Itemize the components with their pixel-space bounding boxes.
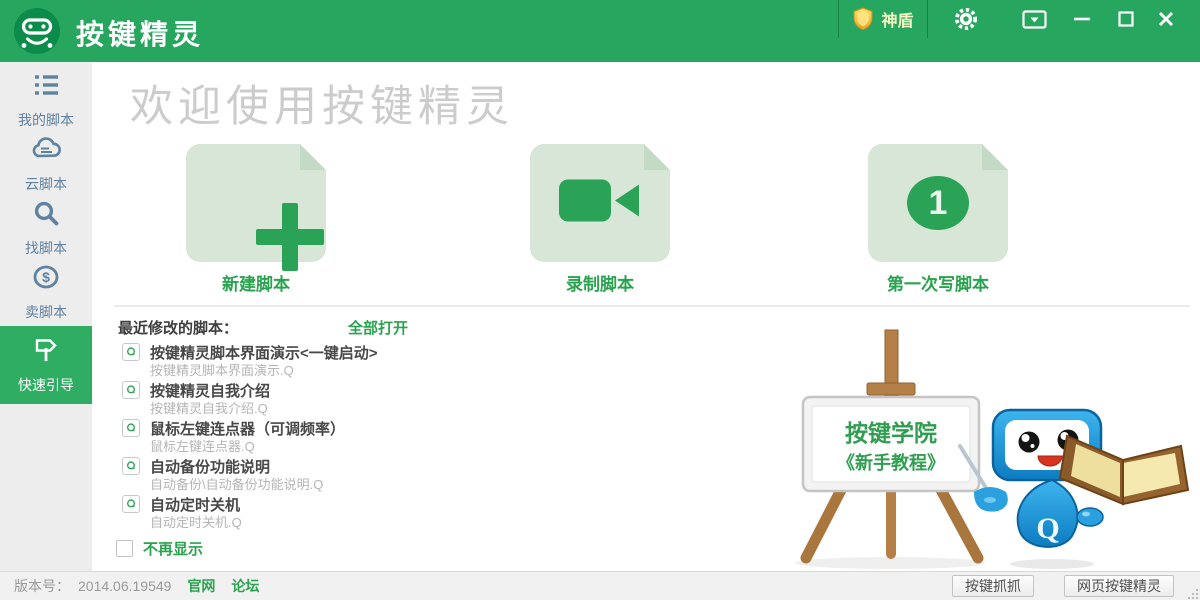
open-all-link[interactable]: 全部打开 [348, 317, 408, 338]
script-filename: 按键精灵脚本界面演示.Q [150, 360, 294, 379]
close-icon [1158, 11, 1174, 27]
web-key-wizard-button[interactable]: 网页按键精灵 [1064, 575, 1174, 597]
minimize-button[interactable] [1064, 4, 1100, 34]
tutorial-mascot-illustration[interactable]: 按键学院 《新手教程》 Q [790, 320, 1200, 570]
welcome-title: 欢迎使用按键精灵 [130, 72, 514, 134]
first-script-card[interactable]: 1 [868, 144, 1008, 262]
version-label: 版本号： [14, 576, 70, 596]
camera-icon [557, 172, 643, 235]
signpost-icon [31, 335, 61, 370]
sidebar-item-label: 快速引导 [18, 375, 74, 395]
sidebar-item-label: 云脚本 [25, 174, 67, 194]
sidebar: 我的脚本 云脚本 找脚本 [0, 62, 92, 572]
title-bar: 按键精灵 神盾 [0, 0, 1200, 62]
app-logo-robot-icon [13, 7, 61, 55]
script-filename: 按键精灵自我介绍.Q [150, 398, 268, 417]
record-script-label[interactable]: 录制脚本 [530, 270, 670, 295]
version-value: 2014.06.19549 [78, 578, 171, 594]
official-site-link[interactable]: 官网 [187, 576, 215, 596]
app-window: 按键精灵 神盾 [0, 0, 1200, 600]
search-icon [31, 198, 61, 233]
section-divider [114, 305, 1190, 307]
svg-text:$: $ [42, 269, 50, 285]
recent-script-row[interactable]: 按键精灵脚本界面演示<一键启动> 按键精灵脚本界面演示.Q [122, 342, 682, 380]
shield-account-badge[interactable]: 神盾 [838, 0, 928, 38]
new-script-card[interactable] [186, 144, 326, 262]
script-filename: 自动定时关机.Q [150, 512, 242, 531]
app-title: 按键精灵 [76, 13, 204, 53]
recent-scripts-header: 最近修改的脚本： [118, 317, 238, 338]
script-q-icon [122, 495, 140, 513]
script-filename: 鼠标左键连点器.Q [150, 436, 255, 455]
shield-label: 神盾 [881, 7, 913, 31]
first-script-label[interactable]: 第一次写脚本 [868, 270, 1008, 295]
mascot-q-letter: Q [1036, 512, 1059, 545]
dont-show-label[interactable]: 不再显示 [143, 538, 203, 559]
script-q-icon [122, 419, 140, 437]
status-bar: 版本号： 2014.06.19549 官网 论坛 按键抓抓 网页按键精灵 [0, 571, 1200, 600]
easel-line1: 按键学院 [845, 420, 937, 446]
maximize-button[interactable] [1108, 4, 1144, 34]
script-q-icon [122, 457, 140, 475]
dont-show-checkbox[interactable] [116, 540, 133, 557]
sidebar-item-sell-scripts[interactable]: $ 卖脚本 [0, 260, 92, 324]
recent-script-row[interactable]: 自动定时关机 自动定时关机.Q [122, 494, 682, 532]
record-script-card[interactable] [530, 144, 670, 262]
shield-icon [852, 7, 874, 31]
sidebar-item-cloud-scripts[interactable]: 云脚本 [0, 132, 92, 196]
script-filename: 自动备份\自动备份功能说明.Q [150, 474, 323, 493]
sidebar-item-quick-guide[interactable]: 快速引导 [0, 326, 92, 404]
recent-script-row[interactable]: 鼠标左键连点器（可调频率） 鼠标左键连点器.Q [122, 418, 682, 456]
number-one-icon: 1 [907, 176, 969, 230]
minimize-icon [1073, 16, 1091, 22]
recent-script-row[interactable]: 自动备份功能说明 自动备份\自动备份功能说明.Q [122, 456, 682, 494]
gear-icon [954, 7, 978, 31]
easel-line2: 《新手教程》 [837, 452, 945, 473]
minimize-to-tray-button[interactable] [1016, 4, 1052, 34]
resize-grip[interactable] [1192, 593, 1194, 595]
recent-script-row[interactable]: 按键精灵自我介绍 按键精灵自我介绍.Q [122, 380, 682, 418]
sidebar-item-label: 卖脚本 [25, 302, 67, 322]
new-script-label[interactable]: 新建脚本 [186, 270, 326, 295]
sidebar-item-find-scripts[interactable]: 找脚本 [0, 196, 92, 260]
key-grabber-button[interactable]: 按键抓抓 [952, 575, 1034, 597]
dollar-icon: $ [31, 262, 61, 297]
main-content: 欢迎使用按键精灵 1 新建脚本 录制脚本 第一次写脚本 最近修改的脚本： 全部打… [92, 62, 1200, 572]
script-q-icon [122, 381, 140, 399]
close-button[interactable] [1148, 4, 1184, 34]
cloud-icon [30, 134, 62, 169]
list-icon [31, 70, 61, 105]
sidebar-item-my-scripts[interactable]: 我的脚本 [0, 68, 92, 132]
dont-show-row: 不再显示 [116, 538, 203, 559]
settings-button[interactable] [948, 4, 984, 34]
sidebar-item-label: 找脚本 [25, 238, 67, 258]
sidebar-item-label: 我的脚本 [18, 110, 74, 130]
script-q-icon [122, 343, 140, 361]
forum-link[interactable]: 论坛 [231, 576, 259, 596]
maximize-icon [1118, 11, 1134, 27]
window-caret-icon [1022, 10, 1047, 29]
